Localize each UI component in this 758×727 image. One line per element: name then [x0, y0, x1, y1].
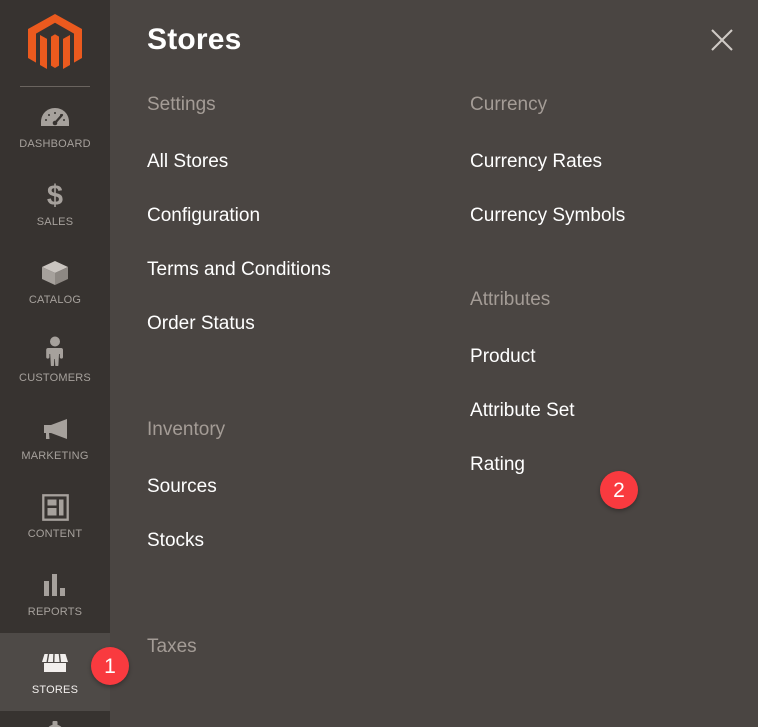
- menu-group-settings: Settings All Stores Configuration Terms …: [147, 86, 470, 343]
- sidebar-item-catalog[interactable]: CATALOG: [0, 243, 110, 321]
- menu-group-title: Inventory: [147, 419, 226, 440]
- dollar-sign-icon: $: [44, 180, 66, 210]
- sidebar-item-stores[interactable]: STORES: [0, 633, 110, 711]
- sidebar-item-label: DASHBOARD: [19, 138, 91, 150]
- menu-group-title: Currency: [470, 94, 548, 115]
- layout-page-icon: [41, 492, 69, 522]
- sidebar-item-marketing[interactable]: MARKETING: [0, 399, 110, 477]
- sidebar-item-label: CONTENT: [27, 528, 83, 540]
- magento-logo-icon: [28, 14, 82, 69]
- menu-group-spacer: [470, 250, 748, 281]
- menu-group-items: Product Attribute Set Rating: [470, 337, 748, 484]
- megaphone-icon: [40, 414, 70, 444]
- menu-link-terms-and-conditions[interactable]: Terms and Conditions: [147, 250, 470, 289]
- admin-sidebar: DASHBOARD $ SALES CATALOG CUSTOMERS MARK…: [0, 0, 110, 727]
- panel-header: Stores: [110, 0, 758, 86]
- menu-link-rating[interactable]: Rating: [470, 445, 748, 484]
- stores-menu-panel: Stores Settings All Stores Configuration…: [110, 0, 758, 727]
- dashboard-gauge-icon: [40, 102, 70, 132]
- magento-logo[interactable]: [0, 0, 110, 86]
- menu-columns: Settings All Stores Configuration Terms …: [110, 86, 758, 665]
- sidebar-item-dashboard[interactable]: DASHBOARD: [0, 87, 110, 165]
- menu-group-title: Attributes: [470, 289, 551, 310]
- sidebar-item-sales[interactable]: $ SALES: [0, 165, 110, 243]
- bar-chart-icon: [42, 570, 68, 600]
- page-title: Stores: [147, 23, 242, 56]
- sidebar-item-label: STORES: [31, 684, 79, 696]
- menu-link-attribute-set[interactable]: Attribute Set: [470, 391, 748, 430]
- sidebar-item-reports[interactable]: REPORTS: [0, 555, 110, 633]
- menu-column-left: Settings All Stores Configuration Terms …: [147, 86, 470, 665]
- sidebar-item-label: SALES: [36, 216, 74, 228]
- sidebar-item-label: CATALOG: [28, 294, 82, 306]
- sidebar-item-system[interactable]: [0, 711, 110, 727]
- menu-group-items: Sources Stocks: [147, 467, 470, 560]
- person-icon: [44, 336, 66, 366]
- menu-group-title: Settings: [147, 94, 216, 115]
- close-icon[interactable]: [700, 18, 744, 62]
- storefront-icon: [40, 648, 70, 678]
- menu-column-right: Currency Currency Rates Currency Symbols…: [470, 86, 748, 665]
- menu-group-taxes: Taxes: [147, 628, 470, 665]
- menu-group-title: Taxes: [147, 636, 197, 657]
- menu-link-currency-rates[interactable]: Currency Rates: [470, 142, 748, 181]
- box-icon: [40, 258, 70, 288]
- menu-link-sources[interactable]: Sources: [147, 467, 470, 506]
- sidebar-item-content[interactable]: CONTENT: [0, 477, 110, 555]
- menu-link-order-status[interactable]: Order Status: [147, 304, 470, 343]
- svg-text:$: $: [47, 180, 63, 210]
- menu-group-items: All Stores Configuration Terms and Condi…: [147, 142, 470, 343]
- menu-link-product[interactable]: Product: [470, 337, 748, 376]
- menu-group-items: Currency Rates Currency Symbols: [470, 142, 748, 235]
- sidebar-item-label: MARKETING: [21, 450, 89, 462]
- menu-link-all-stores[interactable]: All Stores: [147, 142, 470, 181]
- menu-link-currency-symbols[interactable]: Currency Symbols: [470, 196, 748, 235]
- menu-group-spacer: [147, 575, 470, 628]
- menu-group-spacer: [147, 358, 470, 411]
- menu-link-stocks[interactable]: Stocks: [147, 521, 470, 560]
- sidebar-item-label: REPORTS: [27, 606, 83, 618]
- menu-group-attributes: Attributes Product Attribute Set Rating: [470, 281, 748, 484]
- sidebar-item-label: CUSTOMERS: [19, 372, 91, 384]
- system-gear-icon: [42, 719, 68, 727]
- menu-group-inventory: Inventory Sources Stocks: [147, 411, 470, 560]
- menu-link-configuration[interactable]: Configuration: [147, 196, 470, 235]
- menu-group-currency: Currency Currency Rates Currency Symbols: [470, 86, 748, 235]
- sidebar-item-customers[interactable]: CUSTOMERS: [0, 321, 110, 399]
- magento-admin-window: DASHBOARD $ SALES CATALOG CUSTOMERS MARK…: [0, 0, 758, 727]
